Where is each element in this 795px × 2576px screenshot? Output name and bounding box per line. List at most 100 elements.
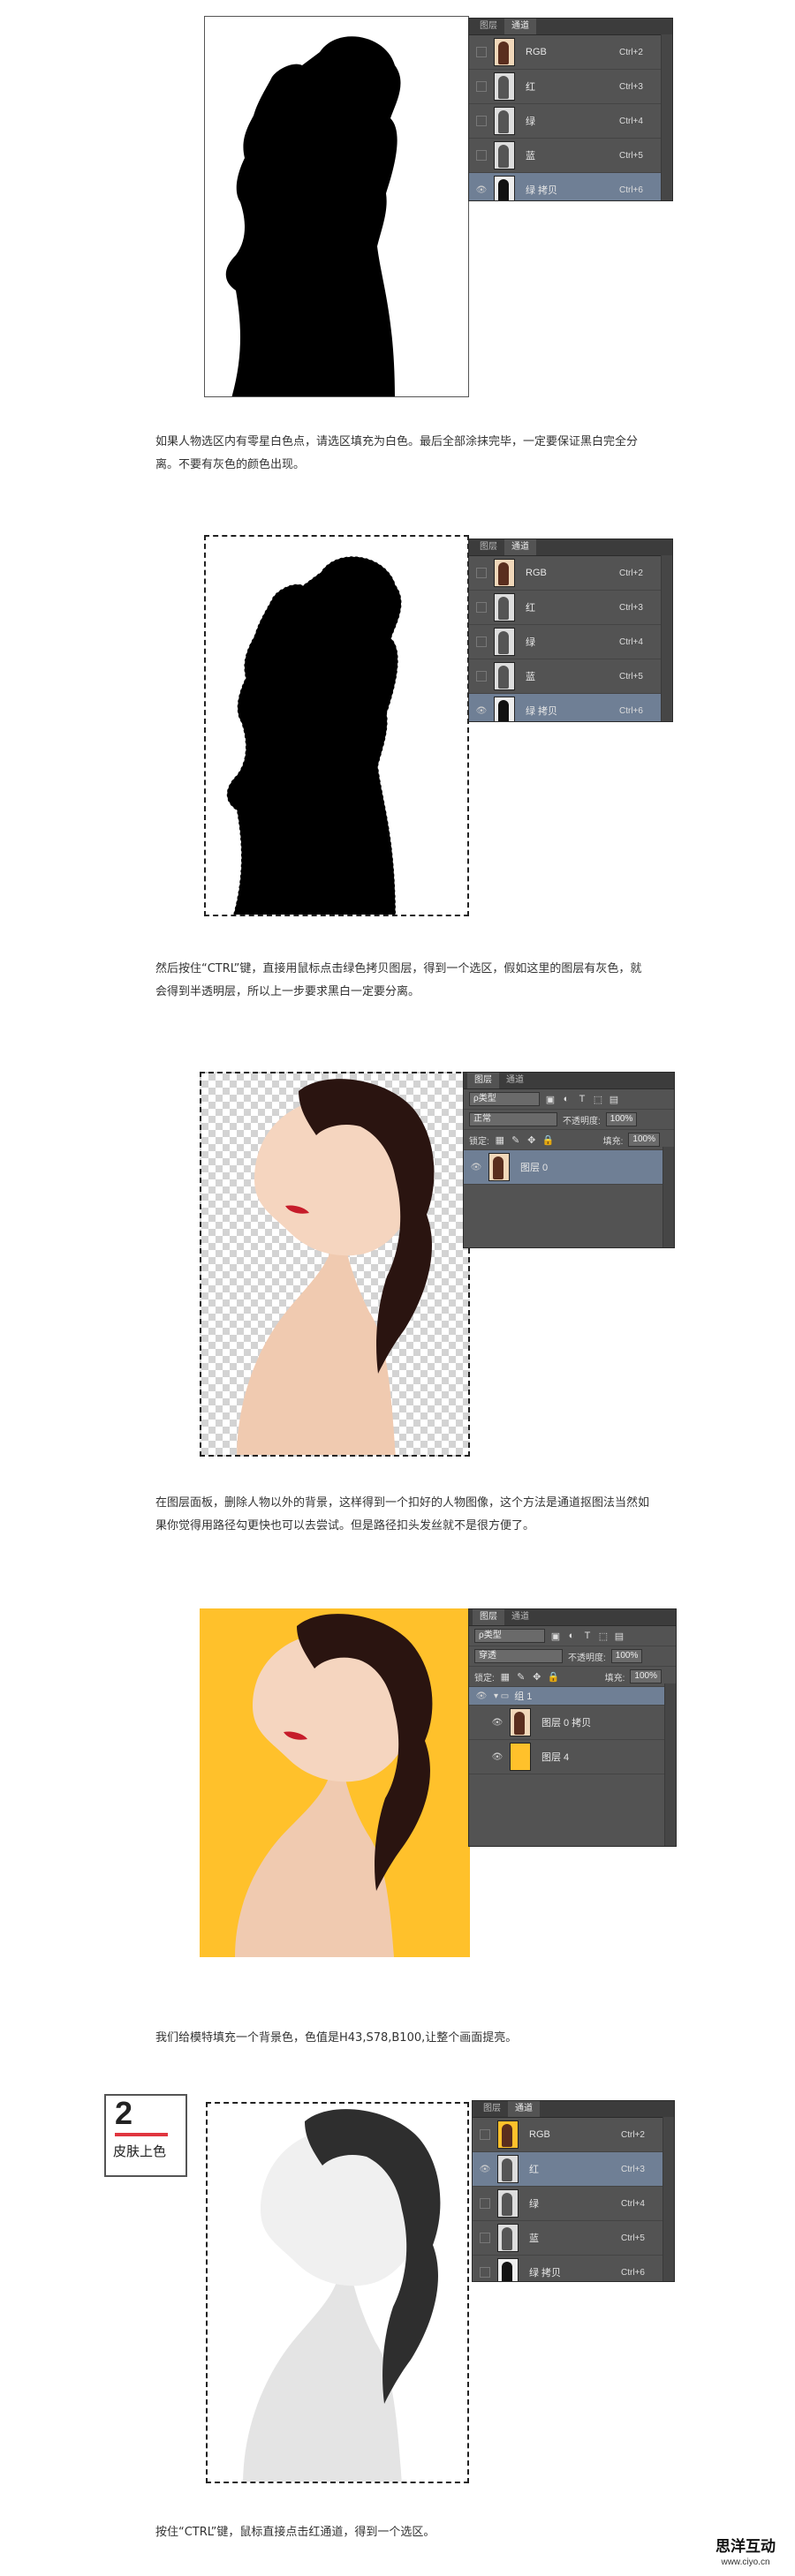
- eye-icon[interactable]: 👁: [474, 183, 488, 197]
- channel-row-blue[interactable]: 蓝 Ctrl+5: [469, 139, 672, 173]
- tab-layers[interactable]: 图层: [473, 1609, 504, 1625]
- tab-layers[interactable]: 图层: [467, 1073, 499, 1088]
- channel-row-red[interactable]: 👁 红 Ctrl+3: [473, 2152, 674, 2187]
- shape-filter-icon[interactable]: ⬚: [593, 1094, 603, 1105]
- step-label: 皮肤上色: [113, 2143, 167, 2159]
- visibility-toggle[interactable]: [478, 2231, 492, 2245]
- blend-mode-select[interactable]: 穿透: [474, 1649, 563, 1663]
- visibility-toggle[interactable]: [478, 2128, 492, 2142]
- smart-filter-icon[interactable]: ▤: [614, 1631, 625, 1642]
- visibility-toggle[interactable]: [474, 148, 488, 162]
- lock-paint-icon[interactable]: ✎: [511, 1134, 521, 1146]
- tab-channels[interactable]: 通道: [499, 1073, 531, 1088]
- panel-scrollbar[interactable]: [661, 555, 672, 721]
- visibility-toggle[interactable]: [474, 79, 488, 94]
- image-filter-icon[interactable]: ▣: [550, 1631, 561, 1642]
- image-filter-icon[interactable]: ▣: [545, 1094, 556, 1105]
- channel-row-blue[interactable]: 蓝 Ctrl+5: [469, 659, 672, 694]
- channel-row-rgb[interactable]: RGB Ctrl+2: [469, 556, 672, 591]
- channel-thumbnail: [494, 662, 515, 690]
- layer-row[interactable]: 👁 图层 0 拷贝: [469, 1706, 676, 1740]
- layer-row[interactable]: 👁 图层 0: [464, 1150, 674, 1185]
- layers-panel-1: 图层 通道 ρ类型 ▣ ◐ T ⬚ ▤ 正常 不透明度: 100% 锁定: ▦ …: [463, 1072, 675, 1248]
- tab-channels[interactable]: 通道: [504, 1609, 536, 1625]
- channel-row-rgb[interactable]: RGB Ctrl+2: [473, 2118, 674, 2152]
- eye-icon[interactable]: 👁: [490, 1715, 504, 1729]
- tab-channels[interactable]: 通道: [508, 2101, 540, 2117]
- visibility-toggle[interactable]: [474, 600, 488, 614]
- lock-position-icon[interactable]: ✥: [526, 1134, 537, 1146]
- panel-scrollbar[interactable]: [664, 1683, 676, 1846]
- channels-panel-1: 图层 通道 RGB Ctrl+2 红 Ctrl+3 绿 Ctrl+4 蓝 Ctr…: [468, 18, 673, 201]
- tab-channels[interactable]: 通道: [504, 539, 536, 555]
- lock-position-icon[interactable]: ✥: [532, 1671, 542, 1683]
- type-filter-icon[interactable]: T: [582, 1631, 593, 1641]
- visibility-toggle[interactable]: [474, 669, 488, 683]
- channel-row-green-copy[interactable]: 绿 拷贝 Ctrl+6: [473, 2256, 674, 2281]
- visibility-toggle[interactable]: [474, 114, 488, 128]
- eye-icon[interactable]: 👁: [478, 2162, 492, 2176]
- watermark-url: www.ciyo.cn: [721, 2557, 770, 2567]
- lock-paint-icon[interactable]: ✎: [516, 1671, 526, 1683]
- lock-pixels-icon[interactable]: ▦: [500, 1671, 511, 1683]
- opacity-input[interactable]: 100%: [605, 1112, 638, 1126]
- channel-row-green[interactable]: 绿 Ctrl+4: [469, 625, 672, 659]
- visibility-toggle[interactable]: [478, 2265, 492, 2279]
- smart-filter-icon[interactable]: ▤: [609, 1094, 619, 1105]
- visibility-toggle[interactable]: [478, 2196, 492, 2211]
- canvas-silhouette-2: [204, 535, 469, 916]
- panel-scrollbar[interactable]: [661, 34, 672, 200]
- channel-thumbnail: [494, 697, 515, 721]
- eye-icon[interactable]: 👁: [474, 1689, 488, 1703]
- type-filter-icon[interactable]: T: [577, 1094, 587, 1104]
- channel-row-green-copy[interactable]: 👁 绿 拷贝 Ctrl+6: [469, 694, 672, 721]
- panel-scrollbar[interactable]: [662, 1147, 674, 1247]
- adjustment-filter-icon[interactable]: ◐: [566, 1631, 577, 1641]
- lock-pixels-icon[interactable]: ▦: [495, 1134, 505, 1146]
- visibility-toggle[interactable]: [474, 45, 488, 59]
- channel-row-green[interactable]: 绿 Ctrl+4: [473, 2187, 674, 2221]
- fill-input[interactable]: 100%: [628, 1133, 660, 1147]
- eye-icon[interactable]: 👁: [474, 704, 488, 718]
- layer-row[interactable]: 👁 图层 4: [469, 1740, 676, 1774]
- caption-2: 然后按住“CTRL”键，直接用鼠标点击绿色拷贝图层，得到一个选区，假如这里的图层…: [155, 962, 642, 998]
- fill-label: 填充:: [604, 1673, 625, 1683]
- channel-row-green[interactable]: 绿 Ctrl+4: [469, 104, 672, 139]
- layer-filter-select[interactable]: ρ类型: [474, 1629, 545, 1643]
- tab-layers[interactable]: 图层: [476, 2101, 508, 2117]
- channel-row-blue[interactable]: 蓝 Ctrl+5: [473, 2221, 674, 2256]
- channel-row-green-copy[interactable]: 👁 绿 拷贝 Ctrl+6: [469, 173, 672, 200]
- panel-tabs: 图层 通道: [469, 19, 672, 35]
- eye-icon[interactable]: 👁: [469, 1160, 483, 1174]
- channel-row-red[interactable]: 红 Ctrl+3: [469, 70, 672, 104]
- lock-all-icon[interactable]: 🔒: [542, 1134, 555, 1146]
- group-row[interactable]: 👁 ▾ ▭ 组 1: [469, 1687, 676, 1706]
- fill-input[interactable]: 100%: [630, 1669, 662, 1683]
- tab-layers[interactable]: 图层: [473, 539, 504, 555]
- panel-scrollbar[interactable]: [662, 2117, 674, 2281]
- watermark-name: 思洋互动: [716, 2538, 776, 2556]
- blend-mode-select[interactable]: 正常: [469, 1112, 557, 1126]
- opacity-input[interactable]: 100%: [610, 1649, 643, 1663]
- group-name: 组 1: [514, 1691, 533, 1702]
- visibility-toggle[interactable]: [474, 635, 488, 649]
- panel-tabs: 图层 通道: [473, 2101, 674, 2118]
- channel-name: RGB: [526, 568, 547, 578]
- visibility-toggle[interactable]: [474, 566, 488, 580]
- tab-channels[interactable]: 通道: [504, 19, 536, 34]
- eye-icon[interactable]: 👁: [490, 1750, 504, 1764]
- channel-name: 绿 拷贝: [526, 185, 558, 196]
- layer-filter-select[interactable]: ρ类型: [469, 1092, 540, 1106]
- channel-row-red[interactable]: 红 Ctrl+3: [469, 591, 672, 625]
- channel-row-rgb[interactable]: RGB Ctrl+2: [469, 35, 672, 70]
- channel-name: 绿 拷贝: [526, 706, 558, 717]
- channels-panel-2: 图层 通道 RGB Ctrl+2 红 Ctrl+3 绿 Ctrl+4 蓝 Ctr…: [468, 539, 673, 722]
- tab-layers[interactable]: 图层: [473, 19, 504, 34]
- shape-filter-icon[interactable]: ⬚: [598, 1631, 609, 1642]
- canvas-red-channel: [206, 2102, 469, 2483]
- adjustment-filter-icon[interactable]: ◐: [561, 1094, 572, 1104]
- lock-all-icon[interactable]: 🔒: [548, 1671, 560, 1683]
- step-badge: 2 皮肤上色: [104, 2094, 187, 2177]
- channel-thumbnail: [497, 2224, 519, 2252]
- canvas-silhouette-1: [204, 16, 469, 397]
